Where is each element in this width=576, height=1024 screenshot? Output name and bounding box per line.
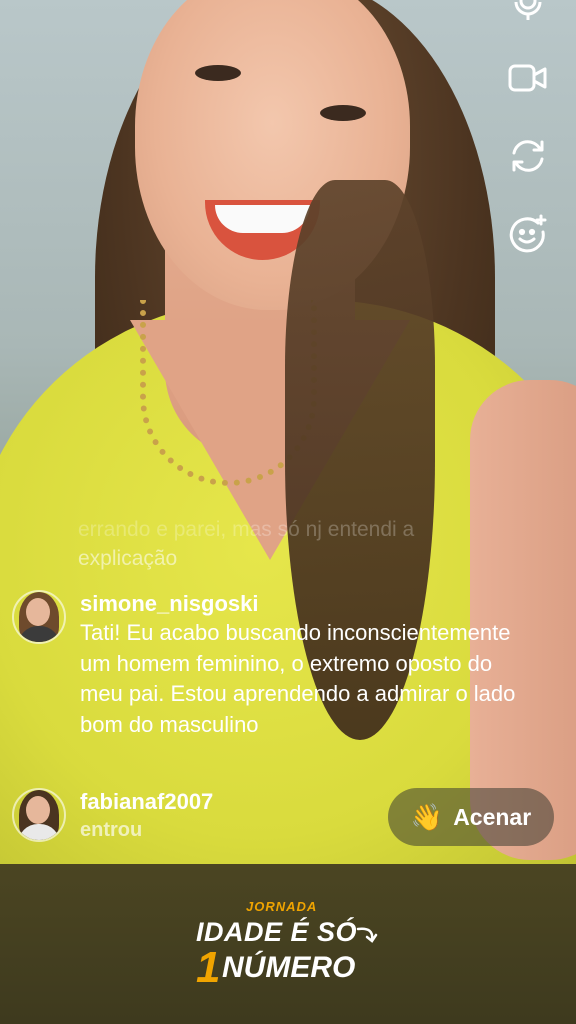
comment-text: Tati! Eu acabo buscando inconscientement… xyxy=(80,620,516,737)
faded-comment: errando e parei, mas só nj entendi a exp… xyxy=(78,515,538,573)
wave-button-label: Acenar xyxy=(453,803,532,830)
banner-number: 1 xyxy=(196,943,221,992)
comment-item: simone_nisgoski Tati! Eu acabo buscando … xyxy=(12,590,520,740)
flip-camera-icon[interactable] xyxy=(508,136,548,176)
comment-username[interactable]: fabianaf2007 xyxy=(80,788,213,816)
banner-line2: NÚMERO xyxy=(222,951,356,984)
comment-username[interactable]: simone_nisgoski xyxy=(80,590,520,618)
wave-button[interactable]: 👋 Acenar xyxy=(388,788,554,846)
face-effects-icon[interactable] xyxy=(508,214,548,254)
arrow-icon xyxy=(356,927,378,943)
avatar[interactable] xyxy=(12,788,66,842)
faded-comment-line: errando e parei, mas só nj entendi a xyxy=(78,518,415,541)
faded-comment-line: explicação xyxy=(78,547,178,570)
video-subject-eye xyxy=(195,65,241,81)
waving-hand-icon: 👋 xyxy=(410,801,444,832)
video-camera-icon[interactable] xyxy=(508,58,548,98)
comment-item: fabianaf2007 entrou xyxy=(12,788,213,844)
microphone-icon[interactable] xyxy=(508,0,548,26)
banner-small-text: JORNADA xyxy=(246,899,318,914)
video-subject-eye xyxy=(320,105,366,121)
video-subject-teeth xyxy=(215,205,310,233)
join-status: entrou xyxy=(80,819,143,841)
avatar[interactable] xyxy=(12,590,66,644)
banner-logo: JORNADA IDADE É SÓ 1 NÚMERO xyxy=(196,899,396,999)
